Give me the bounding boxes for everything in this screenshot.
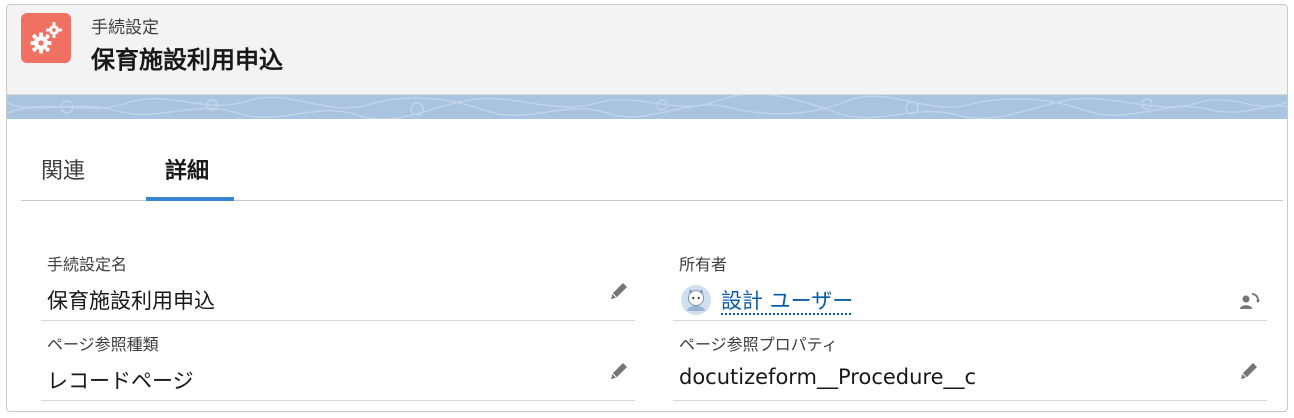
header-banner xyxy=(7,95,1287,119)
field-label: ページ参照種類 xyxy=(47,335,159,354)
tab-related[interactable]: 関連 xyxy=(41,153,85,185)
field-value: 保育施設利用申込 xyxy=(47,289,215,313)
owner-link[interactable]: 設計 ユーザー xyxy=(721,285,853,315)
field-label: ページ参照プロパティ xyxy=(679,335,838,354)
field-value: docutizeform__Procedure__c xyxy=(679,365,977,389)
tab-bar: 関連 詳細 xyxy=(21,119,1283,201)
change-owner-icon[interactable] xyxy=(1237,289,1261,313)
pencil-icon[interactable] xyxy=(1237,359,1261,383)
record-title: 保育施設利用申込 xyxy=(91,46,283,74)
record-header: 手続設定 保育施設利用申込 xyxy=(7,5,1287,95)
field-value: レコードページ xyxy=(47,369,194,393)
pencil-icon[interactable] xyxy=(607,279,631,303)
object-type-label: 手続設定 xyxy=(91,18,159,38)
active-tab-indicator xyxy=(146,197,234,201)
field-owner: 所有者 設計 ユーザー xyxy=(673,247,1267,321)
field-label: 所有者 xyxy=(679,255,728,274)
record-page: 手続設定 保育施設利用申込 関連 詳細 手続設定名 保育施設利用申込 所有者 設… xyxy=(6,4,1288,412)
astro-avatar xyxy=(681,285,711,315)
field-label: 手続設定名 xyxy=(47,255,128,274)
gears-icon xyxy=(21,13,71,63)
field-procedure-name: 手続設定名 保育施設利用申込 xyxy=(41,247,635,321)
pencil-icon[interactable] xyxy=(607,359,631,383)
field-page-ref-type: ページ参照種類 レコードページ xyxy=(41,327,635,401)
field-page-ref-property: ページ参照プロパティ docutizeform__Procedure__c xyxy=(673,327,1267,401)
tab-details[interactable]: 詳細 xyxy=(165,153,209,185)
